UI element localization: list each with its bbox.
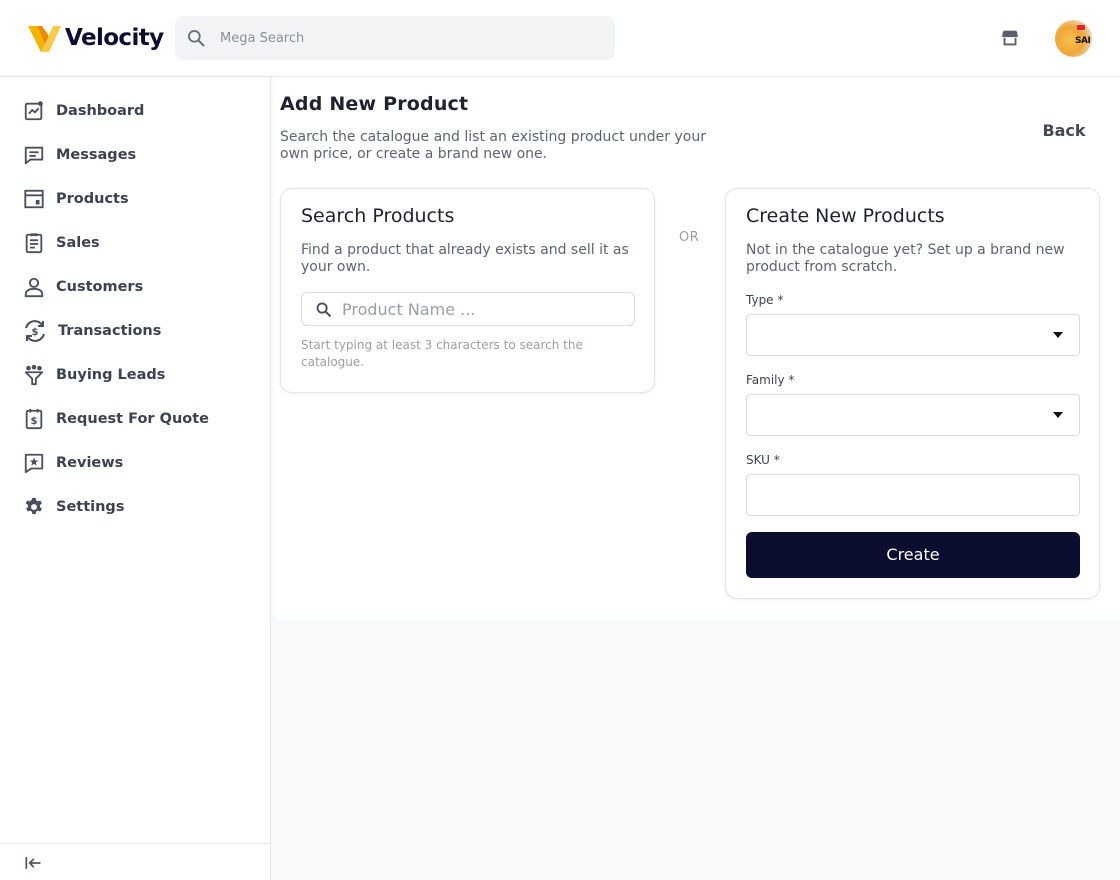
buying-leads-icon bbox=[22, 363, 46, 387]
sidebar-item-transactions[interactable]: $ Transactions bbox=[0, 311, 270, 351]
brand-logo[interactable]: Velocity bbox=[28, 22, 164, 54]
page-subtitle: Search the catalogue and list an existin… bbox=[280, 129, 706, 162]
customers-icon bbox=[22, 275, 46, 299]
page-title: Add New Product bbox=[280, 93, 469, 115]
search-products-card: Search Products Find a product that alre… bbox=[280, 188, 655, 393]
avatar-flag-icon bbox=[1077, 25, 1085, 30]
sidebar-item-label: Reviews bbox=[56, 455, 124, 471]
create-card-description: Not in the catalogue yet? Set up a brand… bbox=[746, 242, 1065, 275]
sidebar-item-dashboard[interactable]: Dashboard bbox=[0, 91, 270, 131]
sidebar-item-buying-leads[interactable]: Buying Leads bbox=[0, 355, 270, 395]
svg-text:$: $ bbox=[32, 327, 39, 338]
create-product-card: Create New Products Not in the catalogue… bbox=[725, 188, 1100, 599]
sidebar-item-sales[interactable]: Sales bbox=[0, 223, 270, 263]
velocity-logo-icon bbox=[28, 26, 61, 52]
products-icon bbox=[22, 187, 46, 211]
avatar-label: SAI bbox=[1075, 36, 1091, 46]
search-icon bbox=[314, 300, 332, 318]
sidebar-item-reviews[interactable]: Reviews bbox=[0, 443, 270, 483]
sku-field[interactable] bbox=[746, 474, 1080, 516]
chevron-down-icon bbox=[1053, 332, 1063, 338]
sidebar-item-customers[interactable]: Customers bbox=[0, 267, 270, 307]
sidebar-item-request-for-quote[interactable]: $ Request For Quote bbox=[0, 399, 270, 439]
search-card-description: Find a product that already exists and s… bbox=[301, 242, 629, 275]
type-label: Type * bbox=[746, 293, 784, 307]
family-label: Family * bbox=[746, 373, 795, 387]
sidebar-item-label: Products bbox=[56, 191, 129, 207]
sidebar-item-products[interactable]: Products bbox=[0, 179, 270, 219]
mega-search-bar[interactable] bbox=[175, 16, 615, 60]
chevron-down-icon bbox=[1053, 412, 1063, 418]
sku-input[interactable] bbox=[747, 475, 1079, 515]
create-button[interactable]: Create bbox=[746, 532, 1080, 578]
sku-label: SKU * bbox=[746, 453, 780, 467]
store-button[interactable] bbox=[998, 26, 1022, 50]
store-icon bbox=[1002, 30, 1018, 46]
create-card-title: Create New Products bbox=[746, 205, 945, 227]
product-search-field[interactable] bbox=[301, 292, 635, 326]
svg-text:$: $ bbox=[30, 416, 37, 427]
sidebar-item-label: Messages bbox=[56, 147, 137, 163]
dashboard-icon bbox=[22, 99, 46, 123]
or-divider-label: OR bbox=[679, 230, 700, 245]
sidebar-footer bbox=[0, 843, 270, 880]
type-select[interactable] bbox=[746, 314, 1080, 356]
sidebar-item-label: Buying Leads bbox=[56, 367, 166, 383]
main-background bbox=[271, 620, 1120, 880]
request-for-quote-icon: $ bbox=[22, 407, 46, 431]
reviews-icon bbox=[22, 451, 46, 475]
search-icon bbox=[185, 27, 207, 49]
collapse-sidebar-button[interactable] bbox=[22, 852, 44, 874]
sidebar-item-label: Sales bbox=[56, 235, 100, 251]
search-hint: Start typing at least 3 characters to se… bbox=[301, 338, 583, 369]
user-avatar[interactable]: SAI bbox=[1055, 20, 1092, 57]
sidebar-item-label: Customers bbox=[56, 279, 144, 295]
sidebar-item-label: Request For Quote bbox=[56, 411, 210, 427]
settings-icon bbox=[22, 495, 46, 519]
sidebar-item-label: Dashboard bbox=[56, 103, 145, 119]
sidebar-item-label: Settings bbox=[56, 499, 125, 515]
mega-search-input[interactable] bbox=[220, 30, 580, 46]
product-name-input[interactable] bbox=[342, 299, 622, 319]
back-button[interactable]: Back bbox=[1030, 118, 1098, 144]
sidebar: Dashboard Messages Products Sales Custom… bbox=[0, 77, 271, 880]
sidebar-item-settings[interactable]: Settings bbox=[0, 487, 270, 527]
sales-icon bbox=[22, 231, 46, 255]
collapse-left-icon bbox=[25, 857, 41, 869]
top-header: Velocity SAI bbox=[0, 0, 1120, 77]
family-select[interactable] bbox=[746, 394, 1080, 436]
search-card-title: Search Products bbox=[301, 205, 455, 227]
sidebar-item-label: Transactions bbox=[58, 323, 162, 339]
brand-name: Velocity bbox=[65, 25, 164, 51]
messages-icon bbox=[22, 143, 46, 167]
sidebar-item-messages[interactable]: Messages bbox=[0, 135, 270, 175]
transactions-icon: $ bbox=[22, 319, 48, 343]
